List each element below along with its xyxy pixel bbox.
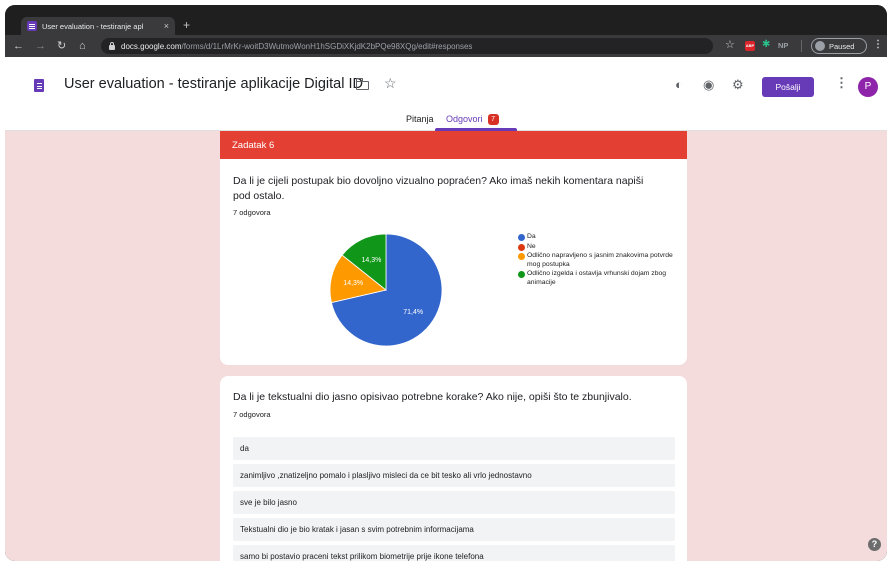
answer-item: Tekstualni dio je bio kratak i jasan s s… [233, 518, 675, 541]
question-1-response-count: 7 odgovora [233, 208, 271, 217]
browser-tab[interactable]: User evaluation - testiranje apl × [21, 17, 175, 35]
star-icon[interactable]: ☆ [384, 75, 397, 92]
legend-dot [518, 271, 525, 278]
profile-button[interactable]: Paused [811, 38, 867, 54]
tab-odgovori[interactable]: Odgovori 7 [446, 114, 499, 125]
palette-icon[interactable]: ◐ [675, 77, 683, 92]
answer-item: zanimljivo ,znatizeljno pomalo i plaslji… [233, 464, 675, 487]
legend-item: Odlično napravljeno s jasnim znakovima p… [518, 252, 678, 269]
extension-icon[interactable]: ✱ [762, 39, 770, 50]
question-2-text: Da li je tekstualni dio jasno opisivao p… [233, 391, 632, 403]
legend-dot [518, 234, 525, 241]
tab-odgovori-label: Odgovori [446, 114, 483, 124]
question-1-text: Da li je cijeli postupak bio dovoljno vi… [233, 175, 644, 202]
forms-logo-icon[interactable] [34, 79, 44, 92]
help-icon[interactable]: ? [868, 538, 881, 551]
answer-item: samo bi postavio praceni tekst prilikom … [233, 545, 675, 561]
url-host: docs.google.com [121, 41, 182, 51]
responses-content[interactable]: Zadatak 6 Da li je cijeli postupak bio d… [5, 131, 887, 561]
legend-label: Odlično izgelda i ostavlja vrhunski doja… [527, 270, 667, 286]
profile-status: Paused [829, 41, 855, 51]
tab-strip: User evaluation - testiranje apl × + [5, 5, 887, 35]
legend-item: Da [518, 233, 678, 242]
send-button[interactable]: Pošalji [762, 77, 814, 97]
legend-item: Ne [518, 243, 678, 252]
answer-item: da [233, 437, 675, 460]
pie-chart: 71,4% 14,3% 14,3% [329, 233, 443, 347]
back-icon[interactable]: ← [13, 39, 24, 53]
question-card-1: Zadatak 6 Da li je cijeli postupak bio d… [220, 131, 687, 365]
adblock-extension-icon[interactable]: ABP [745, 41, 755, 51]
home-icon[interactable]: ⌂ [79, 39, 86, 53]
slice-label: 71,4% [403, 309, 423, 316]
slice-label: 14,3% [343, 280, 363, 287]
avatar[interactable]: P [858, 77, 878, 97]
tab-title: User evaluation - testiranje apl [42, 21, 144, 31]
url-path: /forms/d/1LrMrKr-woitD3WutmoWonH1hSGDiXK… [181, 41, 473, 51]
legend-dot [518, 243, 525, 251]
form-tabs: Pitanja Odgovori 7 [5, 109, 887, 131]
reload-icon[interactable]: ↻ [57, 39, 66, 53]
np-extension-icon[interactable]: NP [778, 41, 788, 50]
form-title[interactable]: User evaluation - testiranje aplikacije … [64, 76, 363, 92]
question-2-response-count: 7 odgovora [233, 410, 271, 419]
browser-toolbar: ← → ↻ ⌂ docs.google.com /forms/d/1LrMrKr… [5, 35, 887, 57]
new-tab-button[interactable]: + [183, 17, 190, 33]
settings-gear-icon[interactable]: ⚙ [732, 77, 744, 93]
folder-icon[interactable] [355, 78, 369, 90]
legend-label: Da [527, 233, 536, 240]
slice-label: 14,3% [361, 257, 381, 264]
chart-legend: Da Ne Odlično napravljeno s jasnim znakovi… [518, 233, 678, 288]
legend-label: Odlično napravljeno s jasnim znakovima p… [527, 252, 673, 268]
forms-favicon-icon [27, 21, 37, 31]
answer-item: sve je bilo jasno [233, 491, 675, 514]
lock-icon [109, 41, 115, 50]
legend-dot [518, 253, 525, 260]
bookmark-star-icon[interactable]: ☆ [725, 38, 735, 51]
forms-header: User evaluation - testiranje aplikacije … [5, 57, 887, 131]
browser-menu-icon[interactable]: ⋮ [873, 39, 883, 50]
more-options-icon[interactable]: ⋮ [835, 75, 848, 91]
section-header: Zadatak 6 [220, 131, 687, 159]
question-card-2: Da li je tekstualni dio jasno opisivao p… [220, 376, 687, 561]
profile-avatar-icon [815, 41, 825, 51]
legend-label: Ne [527, 242, 536, 250]
tab-pitanja[interactable]: Pitanja [406, 114, 434, 124]
response-count-badge: 7 [487, 114, 499, 125]
browser-window: User evaluation - testiranje apl × + ← →… [5, 5, 887, 561]
address-bar[interactable]: docs.google.com /forms/d/1LrMrKr-woitD3W… [101, 38, 713, 54]
legend-item: Odlično izgelda i ostavlja vrhunski doja… [518, 270, 678, 287]
close-tab-icon[interactable]: × [164, 21, 169, 31]
toolbar-divider [801, 40, 802, 52]
forward-icon[interactable]: → [35, 39, 46, 53]
preview-eye-icon[interactable]: ◉ [703, 77, 714, 93]
